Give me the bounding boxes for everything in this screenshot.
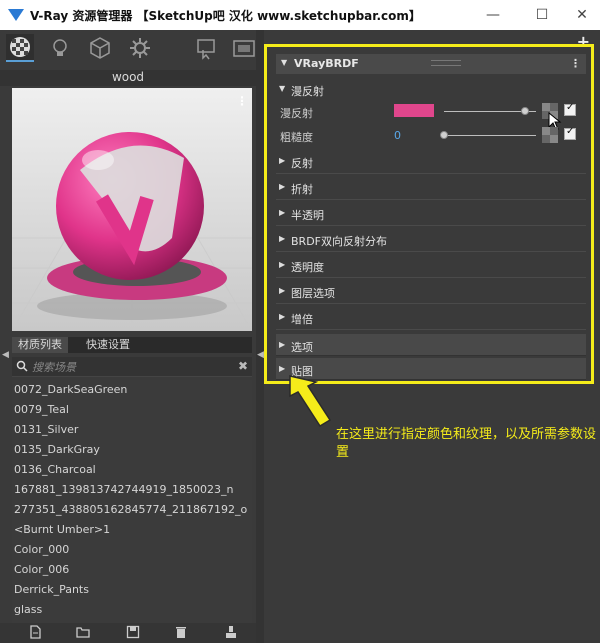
- material-list: 0072_DarkSeaGreen 0079_Teal 0131_Silver …: [12, 380, 252, 624]
- search-input[interactable]: [32, 359, 228, 375]
- panel-splitter[interactable]: ◀: [256, 30, 264, 643]
- list-item[interactable]: 0131_Silver: [12, 420, 252, 440]
- minimize-button[interactable]: —: [478, 4, 508, 26]
- list-item[interactable]: 277351_438805162845774_211867192_o: [12, 500, 252, 520]
- list-item[interactable]: 0072_DarkSeaGreen: [12, 380, 252, 400]
- window-title: V-Ray 资源管理器 【SketchUp吧 汉化 www.sketchupba…: [30, 8, 421, 23]
- material-name-label: wood: [0, 70, 256, 86]
- purge-brush-icon[interactable]: [224, 625, 238, 639]
- open-folder-icon[interactable]: [76, 625, 90, 639]
- annotation-text: 在这里进行指定颜色和纹理，以及所需参数设置: [336, 427, 597, 460]
- category-toolbar: [0, 30, 256, 66]
- highlight-frame: [264, 44, 594, 384]
- maximize-button[interactable]: ☐: [527, 4, 557, 26]
- list-action-bar: [0, 623, 256, 643]
- material-preview-sphere: [12, 88, 252, 331]
- list-item[interactable]: <Burnt Umber>1: [12, 520, 252, 540]
- right-panel: + ▼ VRayBRDF ⋮ ▼ 漫反射 漫反射 粗糙度 0 ▶ 反射 ▶: [264, 30, 600, 643]
- list-item[interactable]: 167881_139813742744919_1850023_n: [12, 480, 252, 500]
- search-bar: ✖: [12, 357, 252, 377]
- left-tab-bar: 材质列表 快速设置: [12, 337, 252, 353]
- tab-quick-settings[interactable]: 快速设置: [80, 337, 136, 353]
- collapse-left-arrow-icon[interactable]: ◀: [2, 350, 9, 360]
- callout-arrow-icon: [289, 375, 332, 428]
- new-file-icon[interactable]: [28, 625, 42, 639]
- settings-gear-icon[interactable]: [126, 34, 154, 62]
- geometry-icon[interactable]: [86, 34, 114, 62]
- delete-trash-icon[interactable]: [174, 625, 188, 639]
- preview-menu-icon[interactable]: ⋮: [236, 94, 248, 108]
- list-item[interactable]: 0079_Teal: [12, 400, 252, 420]
- list-item[interactable]: 0135_DarkGray: [12, 440, 252, 460]
- interactive-render-icon[interactable]: [192, 34, 220, 64]
- close-button[interactable]: ✕: [567, 4, 597, 26]
- clear-search-icon[interactable]: ✖: [238, 359, 248, 373]
- vray-logo-icon: [8, 7, 24, 23]
- save-icon[interactable]: [126, 625, 140, 639]
- tab-material-list[interactable]: 材质列表: [12, 337, 68, 353]
- frame-buffer-icon[interactable]: [230, 34, 258, 62]
- list-item[interactable]: 0136_Charcoal: [12, 460, 252, 480]
- expand-arrow-icon[interactable]: ◀: [257, 350, 264, 360]
- title-bar: V-Ray 资源管理器 【SketchUp吧 汉化 www.sketchupba…: [0, 0, 600, 30]
- list-item[interactable]: Color_006: [12, 560, 252, 580]
- materials-icon[interactable]: [6, 34, 34, 62]
- search-icon: [16, 360, 28, 372]
- list-item[interactable]: Color_000: [12, 540, 252, 560]
- list-item[interactable]: glass: [12, 600, 252, 620]
- left-panel: wood ⋮ 材质列表 快速设置 搜索场景 ✖ 0072_DarkSeaGree…: [0, 30, 256, 643]
- material-preview: ⋮: [12, 88, 252, 331]
- lights-icon[interactable]: [46, 34, 74, 62]
- list-item[interactable]: Derrick_Pants: [12, 580, 252, 600]
